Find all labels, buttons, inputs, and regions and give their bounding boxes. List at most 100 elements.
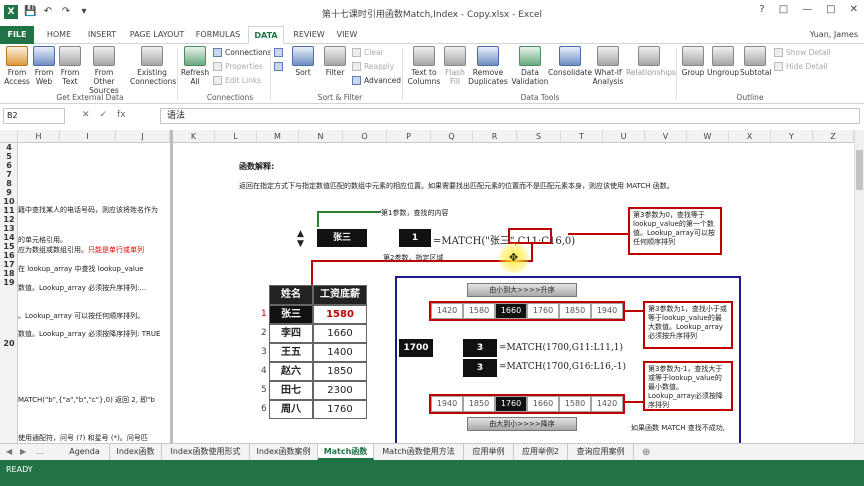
row-header[interactable]: 12 (0, 215, 18, 224)
table-cell-name[interactable]: 王五 (269, 343, 313, 362)
sheet-tab-examples[interactable]: 应用举例 (464, 444, 514, 460)
row-header[interactable]: 10 (0, 197, 18, 206)
group-button[interactable]: Group (680, 46, 706, 77)
minimize-icon[interactable]: — (802, 4, 812, 15)
table-cell-salary[interactable]: 1850 (313, 362, 367, 381)
tab-home[interactable]: HOME (40, 26, 78, 44)
table-cell-salary[interactable]: 1400 (313, 343, 367, 362)
row-header[interactable]: 11 (0, 206, 18, 215)
consolidate-button[interactable]: Consolidate (548, 46, 592, 77)
help-icon[interactable]: ? (759, 4, 764, 15)
sheet-nav-next-icon[interactable]: ▶ (20, 447, 26, 456)
column-header-m[interactable]: M (257, 130, 299, 143)
row-header[interactable]: 7 (0, 170, 18, 179)
advanced-button[interactable]: Advanced (352, 76, 401, 85)
table-header-salary[interactable]: 工资底薪 (313, 285, 367, 305)
result-asc-cell[interactable]: 3 (463, 339, 497, 357)
content-description[interactable]: 返回在指定方式下与指定数值匹配的数组中元素的相应位置。如果需要找出匹配元素的位置… (239, 181, 674, 191)
column-header-u[interactable]: U (603, 130, 645, 143)
row-header[interactable]: 6 (0, 161, 18, 170)
insert-function-icon[interactable]: fx (117, 110, 126, 120)
table-cell-name[interactable]: 周八 (269, 400, 313, 419)
cell-text[interactable]: 。Lookup_array 可以按任何顺序排列。 (18, 311, 144, 321)
tab-page-layout[interactable]: PAGE LAYOUT (126, 26, 188, 44)
row-header[interactable]: 8 (0, 179, 18, 188)
what-if-analysis-button[interactable]: What-If Analysis (592, 46, 624, 86)
cell-text[interactable]: 的单元格引用。 (18, 235, 67, 245)
sort-az-button[interactable] (274, 48, 283, 57)
sheet-tab-lookup-cases[interactable]: 查询应用案例 (568, 444, 634, 460)
sheet-tab-index-forms[interactable]: Index函数使用形式 (162, 444, 250, 460)
row-header[interactable]: 4 (0, 143, 18, 152)
vertical-scrollbar[interactable] (854, 130, 864, 443)
column-header-k[interactable]: K (173, 130, 215, 143)
enter-icon[interactable]: ✓ (100, 110, 108, 120)
edit-links-button[interactable]: Edit Links (213, 76, 261, 85)
footer-note[interactable]: 如果函数 MATCH 查找不成功, (631, 423, 725, 433)
flash-fill-button[interactable]: Flash Fill (443, 46, 467, 86)
row-header[interactable]: 5 (0, 152, 18, 161)
column-header-n[interactable]: N (299, 130, 343, 143)
refresh-all-button[interactable]: Refresh All (180, 46, 210, 86)
cell-text[interactable]: MATCH("b",{"a","b","c"},0) 返回 2, 即"b (18, 395, 155, 405)
table-cell-salary[interactable]: 1580 (313, 305, 367, 324)
row-header[interactable]: 19 (0, 278, 18, 287)
text-to-columns-button[interactable]: Text to Columns (405, 46, 443, 86)
reapply-button[interactable]: Reapply (352, 62, 394, 71)
table-cell-name[interactable]: 赵六 (269, 362, 313, 381)
sheet-nav-more-icon[interactable]: … (36, 447, 44, 456)
lookup-name-cell[interactable]: 张三 (317, 229, 367, 247)
sheet-tab-agenda[interactable]: Agenda (60, 444, 110, 460)
table-cell-name[interactable]: 田七 (269, 381, 313, 400)
lookup-value-cell[interactable]: 1700 (399, 339, 433, 357)
column-header-s[interactable]: S (517, 130, 561, 143)
column-header-r[interactable]: R (473, 130, 517, 143)
properties-button[interactable]: Properties (213, 62, 263, 71)
result-cell[interactable]: 1 (399, 229, 431, 247)
row-header[interactable]: 17 (0, 260, 18, 269)
tab-data[interactable]: DATA (248, 26, 284, 44)
cell-text[interactable]: 数值。Lookup_array 必须按降序排列: TRUE (18, 329, 160, 339)
row-header[interactable]: 14 (0, 233, 18, 242)
data-validation-button[interactable]: Data Validation (510, 46, 550, 86)
sheet-tab-examples-2[interactable]: 应用举例2 (514, 444, 568, 460)
column-header-h[interactable]: H (18, 130, 60, 143)
sheet-tab-match[interactable]: Match函数 (318, 444, 374, 460)
row-header[interactable]: 20 (0, 339, 18, 348)
remove-duplicates-button[interactable]: Remove Duplicates (468, 46, 508, 86)
sheet-tab-index[interactable]: Index函数 (110, 444, 162, 460)
sheet-nav-prev-icon[interactable]: ◀ (6, 447, 12, 456)
hide-detail-button[interactable]: Hide Detail (774, 62, 828, 71)
from-web-button[interactable]: From Web (31, 46, 57, 86)
formula-desc[interactable]: =MATCH(1700,G16:L16,-1) (499, 362, 626, 372)
table-header-name[interactable]: 姓名 (269, 285, 313, 305)
cell-text[interactable]: 数值。Lookup_array 必须按升序排列:... (18, 283, 146, 293)
from-text-button[interactable]: From Text (58, 46, 82, 86)
cell-text[interactable]: 籍中查找某人的电话号码，则应该将姓名作为 (18, 205, 158, 215)
sheet-tab-index-cases[interactable]: Index函数案例 (250, 444, 318, 460)
table-cell-salary[interactable]: 2300 (313, 381, 367, 400)
show-detail-button[interactable]: Show Detail (774, 48, 831, 57)
tab-file[interactable]: FILE (0, 26, 34, 44)
cell-text[interactable]: 在 lookup_array 中查找 lookup_value (18, 264, 144, 274)
name-box[interactable]: B2 (3, 108, 65, 124)
add-sheet-icon[interactable]: ⊕ (642, 447, 650, 458)
table-cell-salary[interactable]: 1660 (313, 324, 367, 343)
cell-text[interactable]: 应为数组或数组引用。只能是单行或单列 (18, 245, 144, 255)
spin-up-icon[interactable]: ▲ (297, 229, 304, 239)
result-desc-cell[interactable]: 3 (463, 359, 497, 377)
ungroup-button[interactable]: Ungroup (706, 46, 740, 77)
row-header[interactable]: 15 (0, 242, 18, 251)
ribbon-display-icon[interactable]: □ (779, 4, 788, 15)
formula-asc[interactable]: =MATCH(1700,G11:L11,1) (499, 343, 623, 353)
row-header[interactable]: 13 (0, 224, 18, 233)
table-cell-name[interactable]: 李四 (269, 324, 313, 343)
column-header-l[interactable]: L (215, 130, 257, 143)
cancel-icon[interactable]: ✕ (82, 110, 90, 120)
connections-button[interactable]: Connections (213, 48, 271, 57)
select-all-corner[interactable] (0, 130, 18, 143)
column-header-y[interactable]: Y (771, 130, 813, 143)
sheet-tab-match-usage[interactable]: Match函数使用方法 (374, 444, 464, 460)
column-header-v[interactable]: V (645, 130, 687, 143)
from-access-button[interactable]: From Access (4, 46, 30, 86)
